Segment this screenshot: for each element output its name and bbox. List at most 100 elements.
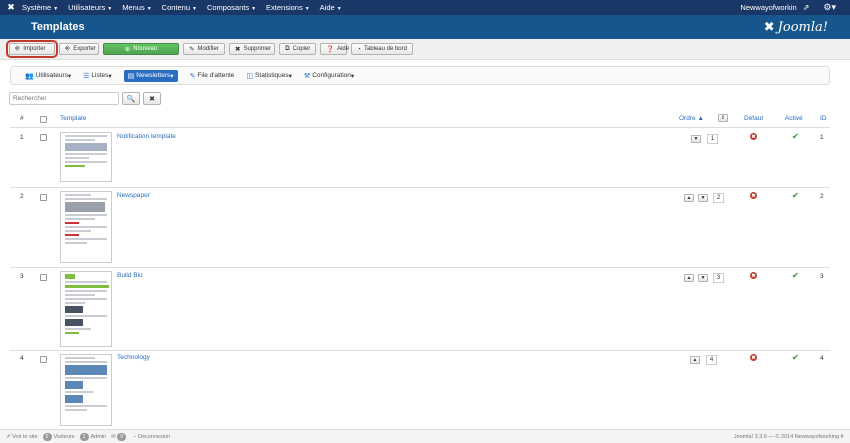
table-row: 4 Technology ▲ 4 ✖ ✔ 4: [10, 351, 830, 429]
help-button[interactable]: ❓ Aide: [320, 43, 349, 55]
site-name-link[interactable]: Newwayofworkin: [740, 3, 796, 12]
published-check-icon[interactable]: ✔: [792, 271, 799, 280]
column-order[interactable]: Ordre ▲: [679, 115, 704, 122]
export-button[interactable]: ⎆ Exporter: [59, 43, 99, 55]
published-check-icon[interactable]: ✔: [792, 132, 799, 141]
order-value[interactable]: 1: [707, 134, 718, 144]
template-thumbnail[interactable]: [60, 132, 112, 182]
column-id[interactable]: ID: [820, 115, 827, 122]
template-name[interactable]: Newspaper: [117, 192, 150, 199]
order-value[interactable]: 4: [706, 355, 717, 365]
sort-icon: ⇕: [720, 115, 726, 121]
menu-content[interactable]: Contenu ▼: [162, 3, 197, 12]
import-icon: ⎆: [15, 45, 21, 52]
subnav-lists[interactable]: ☰ Listes ▾: [83, 72, 112, 80]
dashboard-button[interactable]: ◔ Tableau de bord: [351, 43, 413, 55]
order-value[interactable]: 2: [713, 193, 724, 203]
subnav-queue[interactable]: ✎ File d'attente: [190, 72, 235, 80]
save-order-button[interactable]: ⇕: [718, 114, 728, 122]
edit-button[interactable]: ✎ Modifier: [183, 43, 225, 55]
order-up-button[interactable]: ▲: [690, 356, 700, 364]
status-bar: ⇗ Voir le site 0 Visiteurs 1 Admin ✉ 0 − D…: [0, 429, 850, 443]
admin-label: Admin: [90, 433, 107, 440]
template-name[interactable]: Notification template: [117, 133, 176, 140]
copy-icon: ⧉: [285, 45, 290, 52]
visitors-badge: 0: [42, 432, 52, 441]
external-link-icon[interactable]: ⇗: [803, 3, 810, 12]
template-thumbnail[interactable]: [60, 271, 112, 347]
search-input[interactable]: [9, 92, 119, 105]
caret-down-icon: ▼: [336, 6, 342, 12]
gear-icon[interactable]: ⚙▾: [823, 2, 836, 13]
unpublished-icon[interactable]: ✖: [750, 354, 757, 361]
menu-extensions[interactable]: Extensions ▼: [266, 3, 310, 12]
admin-menu: Système ▼ Utilisateurs ▼ Menus ▼ Contenu ▼ C…: [22, 3, 740, 12]
view-site-link[interactable]: ⇗ Voir le site: [6, 434, 38, 440]
delete-button[interactable]: ✖ Supprimer: [229, 43, 275, 55]
import-label: Importer: [23, 46, 46, 52]
menu-users[interactable]: Utilisateurs ▼: [68, 3, 112, 12]
subnav-config[interactable]: ⚒ Configuration ▾: [304, 72, 354, 80]
menu-system[interactable]: Système ▼: [22, 3, 58, 12]
menu-help[interactable]: Aide ▼: [320, 3, 342, 12]
caret-down-icon: ▼: [251, 6, 257, 12]
unpublished-icon[interactable]: ✖: [750, 272, 757, 279]
edit-icon: ✎: [189, 46, 195, 53]
external-link-icon: ⇗: [6, 433, 11, 440]
row-checkbox[interactable]: [40, 134, 47, 141]
column-active[interactable]: Activé: [785, 115, 803, 122]
row-id: 1: [820, 134, 824, 141]
row-number: 2: [20, 193, 24, 200]
export-icon: ⎆: [65, 45, 71, 52]
visitors-status: 0 Visiteurs: [42, 432, 75, 441]
topbar-right: Newwayofworkin ⇗ ⚙▾: [740, 2, 836, 13]
clear-search-button[interactable]: ✖: [143, 92, 161, 105]
row-checkbox[interactable]: [40, 194, 47, 201]
order-down-button[interactable]: ▼: [698, 194, 708, 202]
template-name[interactable]: Build Bio: [117, 272, 143, 279]
published-check-icon[interactable]: ✔: [792, 191, 799, 200]
menu-components[interactable]: Composants ▼: [207, 3, 256, 12]
unpublished-icon[interactable]: ✖: [750, 192, 757, 199]
envelope-icon: ✉: [111, 433, 116, 440]
row-checkbox[interactable]: [40, 356, 47, 363]
plus-circle-icon: ⊕: [124, 46, 131, 53]
search-button[interactable]: 🔍: [122, 92, 140, 105]
unpublished-icon[interactable]: ✖: [750, 133, 757, 140]
menu-help-label: Aide: [319, 3, 335, 12]
menu-menus[interactable]: Menus ▼: [122, 3, 151, 12]
edit-label: Modifier: [197, 46, 219, 52]
copyright: Joomla! 3.3.6 — © 2014 Newwayofworking f…: [733, 433, 844, 440]
chevron-up-icon: ▲: [686, 275, 692, 281]
close-icon: ✖: [235, 46, 241, 53]
order-up-button[interactable]: ▲: [684, 194, 694, 202]
logout-link[interactable]: − Déconnexion: [133, 434, 170, 440]
page-header: Templates ✖ Joomla!: [0, 15, 850, 39]
row-id: 3: [820, 273, 824, 280]
chevron-down-icon: ▼: [700, 195, 706, 201]
subnav-newsletters[interactable]: ▤ Newsletters ▾: [123, 69, 178, 82]
order-down-button[interactable]: ▼: [691, 135, 701, 143]
copy-button[interactable]: ⧉ Copier: [279, 43, 316, 55]
column-default[interactable]: Défaut: [744, 115, 763, 122]
row-number: 3: [20, 273, 24, 280]
column-template[interactable]: Template: [60, 115, 86, 122]
table-header: # Template Ordre ▲ ⇕ Défaut Activé ID: [10, 111, 830, 128]
messages-status[interactable]: ✉ 0: [111, 432, 128, 441]
import-button[interactable]: ⎆ Importer: [6, 40, 58, 58]
template-thumbnail[interactable]: [60, 191, 112, 263]
row-checkbox[interactable]: [40, 274, 47, 281]
template-name[interactable]: Technology: [117, 354, 150, 361]
order-up-button[interactable]: ▲: [684, 274, 694, 282]
new-button[interactable]: ⊕ Nouveau: [103, 43, 179, 55]
order-value[interactable]: 3: [713, 273, 724, 283]
subnav-stats[interactable]: ◫ Statistiques ▾: [246, 72, 292, 80]
order-down-button[interactable]: ▼: [698, 274, 708, 282]
published-check-icon[interactable]: ✔: [792, 353, 799, 362]
select-all-checkbox[interactable]: [40, 116, 47, 123]
subnav-users[interactable]: 👥 Utilisateurs ▾: [25, 72, 71, 80]
status-left: ⇗ Voir le site 0 Visiteurs 1 Admin ✉ 0 − D…: [6, 432, 175, 441]
newsletter-icon: ▤: [127, 72, 135, 80]
joomla-icon[interactable]: ✖: [0, 2, 22, 13]
template-thumbnail[interactable]: [60, 354, 112, 426]
